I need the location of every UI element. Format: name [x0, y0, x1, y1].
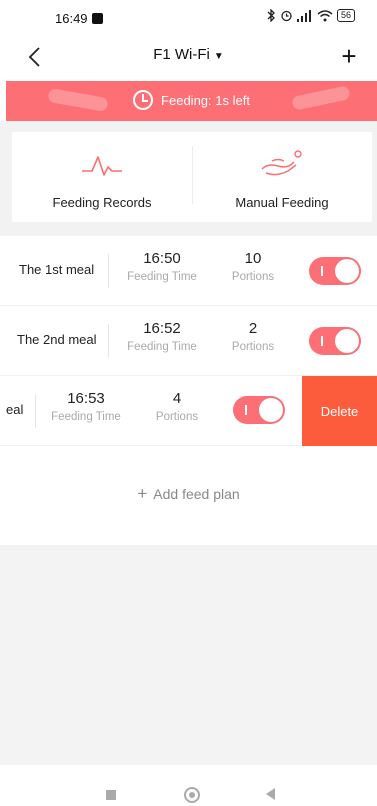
- meal-portions-label: Portions: [155, 411, 199, 423]
- feeding-records-label: Feeding Records: [52, 195, 152, 210]
- meal-portions: 10 Portions: [216, 250, 290, 283]
- meal-name: The 2nd meal: [17, 332, 97, 347]
- device-selector[interactable]: F1 Wi-Fi ▼: [0, 46, 377, 63]
- pulse-icon: [82, 156, 122, 176]
- meal-divider: [35, 394, 36, 428]
- meal-toggle[interactable]: [309, 327, 361, 355]
- delete-button[interactable]: Delete: [302, 376, 377, 446]
- add-feed-plan-button[interactable]: + Add feed plan: [0, 484, 377, 504]
- meal-portions: 4 Portions: [140, 390, 214, 423]
- meal-portions-value: 2: [248, 320, 258, 337]
- meal-name: The 1st meal: [19, 262, 95, 277]
- meal-row[interactable]: The 2nd meal 16:52 Feeding Time 2 Portio…: [0, 306, 377, 376]
- meal-portions: 2 Portions: [216, 320, 290, 353]
- meal-toggle[interactable]: [233, 396, 285, 424]
- clock-icon: [133, 90, 154, 110]
- meal-divider: [108, 254, 109, 288]
- nav-bar: F1 Wi-Fi ▼ +: [0, 38, 377, 78]
- meal-portions-value: 4: [172, 390, 182, 407]
- bluetooth-icon: [267, 9, 275, 22]
- home-icon[interactable]: [184, 787, 200, 803]
- add-icon[interactable]: +: [335, 42, 363, 70]
- caret-down-icon: ▼: [213, 51, 224, 62]
- status-time: 16:49: [55, 11, 103, 26]
- meal-time-label: Feeding Time: [127, 271, 197, 283]
- banner-content: Feeding: 1s left: [6, 90, 377, 110]
- system-back-icon[interactable]: [266, 788, 275, 800]
- battery-icon: 56: [336, 9, 355, 22]
- meal-time-value: 16:53: [67, 390, 105, 407]
- meal-time: 16:53 Feeding Time: [44, 390, 128, 423]
- meal-time-label: Feeding Time: [51, 411, 121, 423]
- quick-actions-card: Feeding Records Manual Feeding: [12, 132, 372, 222]
- wifi-icon: [317, 9, 333, 21]
- feeding-banner: Feeding: 1s left: [6, 81, 377, 121]
- signal-icon: [296, 9, 311, 22]
- meal-row[interactable]: The 1st meal 16:50 Feeding Time 10 Porti…: [0, 236, 377, 306]
- hand-feeding-icon: [261, 150, 302, 176]
- feeding-records-button[interactable]: Feeding Records: [12, 132, 192, 222]
- manual-feeding-button[interactable]: Manual Feeding: [192, 132, 372, 222]
- plus-icon: +: [137, 484, 148, 503]
- banner-text: Feeding: 1s left: [161, 92, 250, 108]
- empty-area: [0, 545, 377, 765]
- status-time-text: 16:49: [55, 11, 88, 26]
- meal-portions-label: Portions: [231, 271, 275, 283]
- meal-portions-value: 10: [244, 250, 262, 267]
- meal-time: 16:50 Feeding Time: [120, 250, 204, 283]
- meal-portions-label: Portions: [231, 341, 275, 353]
- status-bar: 16:49 56: [0, 0, 377, 38]
- meal-time-label: Feeding Time: [127, 341, 197, 353]
- meal-row-swiped[interactable]: eal 16:53 Feeding Time 4 Portions Delete: [0, 376, 377, 446]
- meal-time-value: 16:50: [143, 250, 181, 267]
- notification-icon: [91, 13, 103, 24]
- status-icons: 56: [267, 9, 355, 22]
- meal-time: 16:52 Feeding Time: [120, 320, 204, 353]
- system-nav-bar: [0, 780, 377, 806]
- add-feed-plan-label: Add feed plan: [153, 486, 240, 502]
- meal-divider: [108, 324, 109, 358]
- manual-feeding-label: Manual Feeding: [235, 195, 329, 210]
- recents-icon[interactable]: [106, 790, 116, 800]
- meal-toggle[interactable]: [309, 257, 361, 285]
- alarm-icon: [281, 10, 292, 22]
- meal-time-value: 16:52: [143, 320, 181, 337]
- device-title: F1 Wi-Fi: [153, 46, 210, 63]
- meal-name: eal: [6, 402, 24, 417]
